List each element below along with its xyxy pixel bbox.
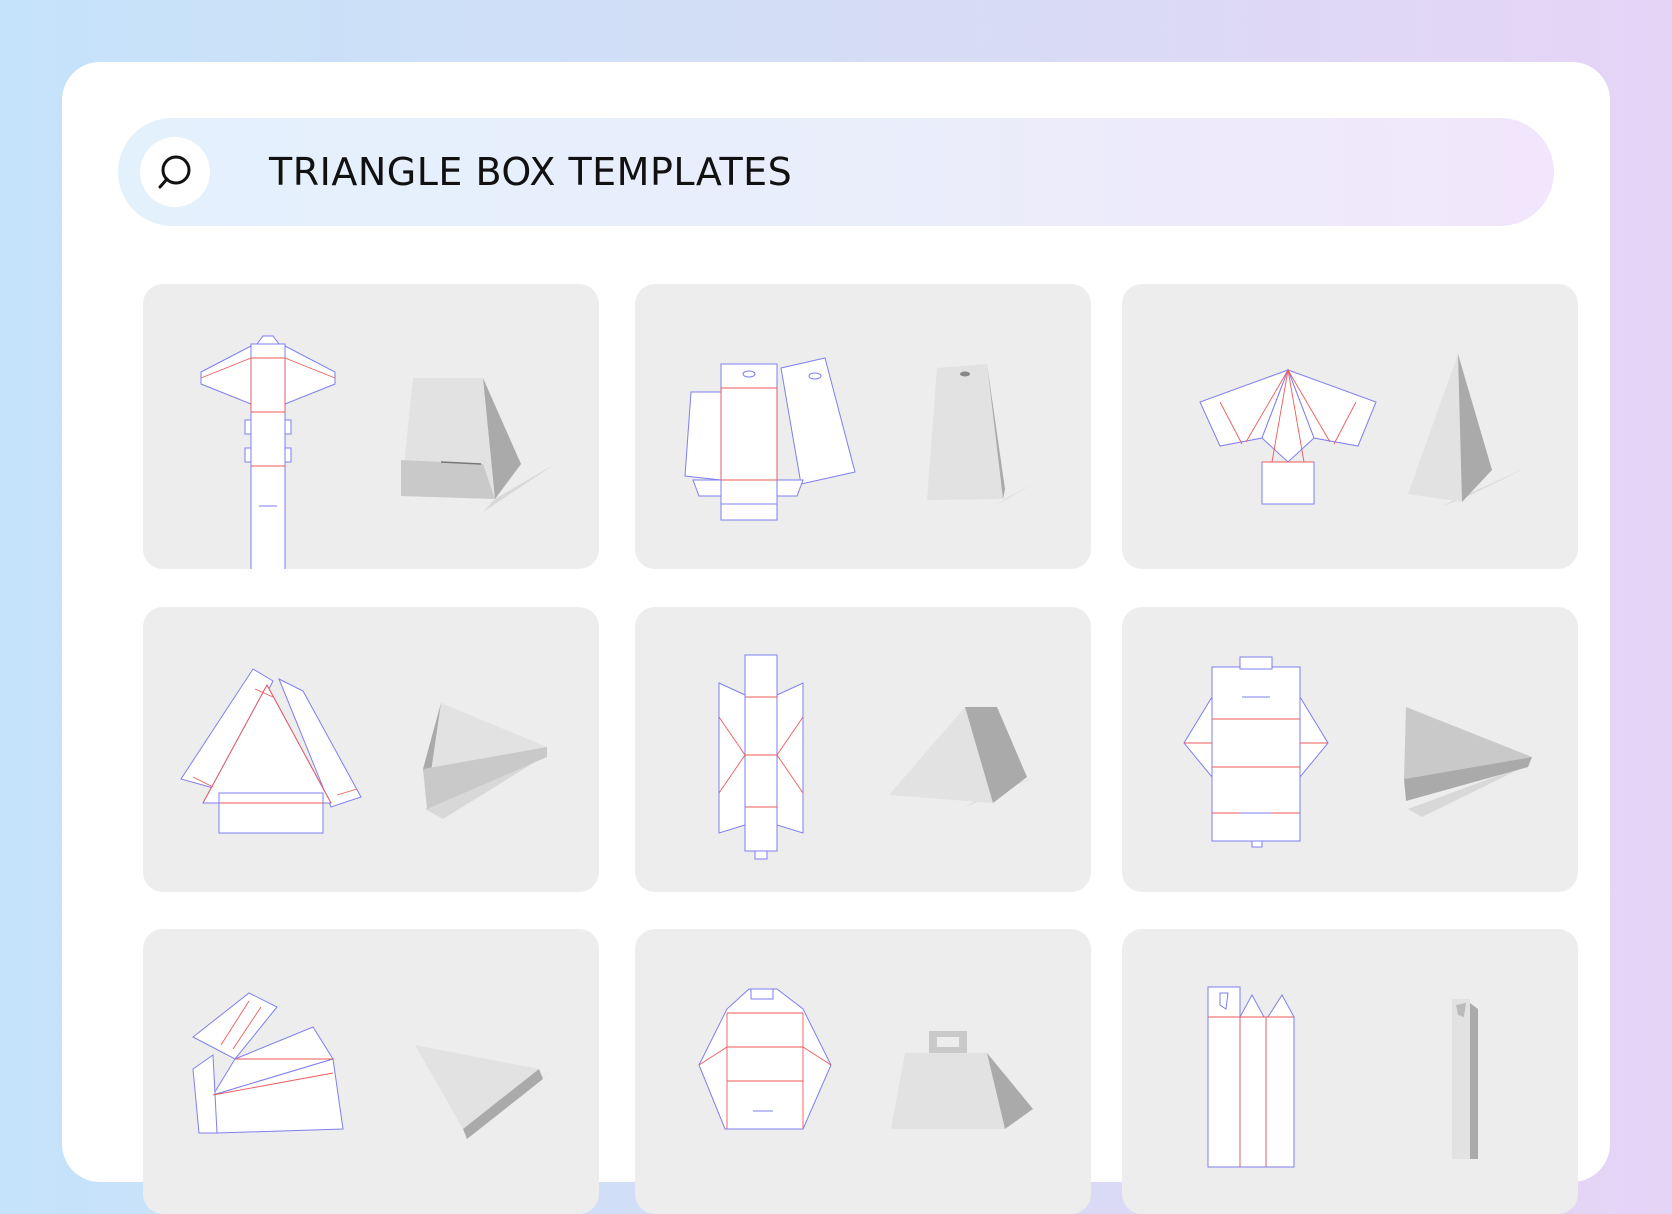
dieline-drawing xyxy=(1207,986,1295,1168)
box-3d-render xyxy=(1452,999,1478,1159)
template-preview xyxy=(698,988,1033,1130)
box-3d-render xyxy=(423,703,547,819)
template-card[interactable] xyxy=(1122,284,1578,569)
dieline-drawing xyxy=(698,988,832,1130)
dieline-drawing xyxy=(1183,656,1329,848)
box-3d-render xyxy=(1408,354,1530,506)
search-button[interactable] xyxy=(140,137,210,207)
search-query-title: TRIANGLE BOX TEMPLATES xyxy=(269,150,793,194)
dieline-drawing xyxy=(180,668,362,834)
dieline-drawing xyxy=(200,335,336,569)
box-3d-render xyxy=(891,1031,1033,1129)
template-card[interactable] xyxy=(635,284,1091,569)
template-preview xyxy=(684,357,1033,521)
template-preview xyxy=(200,335,555,569)
box-3d-render xyxy=(927,364,1033,506)
box-3d-render xyxy=(415,1045,553,1139)
template-preview xyxy=(180,668,547,834)
box-3d-render xyxy=(1404,707,1532,817)
template-preview xyxy=(192,992,553,1139)
box-3d-render xyxy=(401,378,555,512)
dieline-drawing xyxy=(718,654,804,860)
template-card[interactable] xyxy=(1122,929,1578,1214)
dieline-drawing xyxy=(1199,368,1377,505)
search-bar[interactable]: TRIANGLE BOX TEMPLATES xyxy=(118,118,1554,226)
dieline-drawing xyxy=(684,357,856,521)
template-card[interactable] xyxy=(143,929,599,1214)
template-preview xyxy=(1199,354,1530,506)
box-3d-render xyxy=(889,707,1035,807)
template-preview xyxy=(718,654,1035,860)
search-icon xyxy=(158,155,191,189)
template-card[interactable] xyxy=(1122,607,1578,892)
template-card[interactable] xyxy=(143,607,599,892)
template-card[interactable] xyxy=(635,607,1091,892)
template-card[interactable] xyxy=(143,284,599,569)
dieline-drawing xyxy=(192,992,344,1134)
template-preview xyxy=(1207,986,1478,1168)
template-card[interactable] xyxy=(635,929,1091,1214)
template-preview xyxy=(1183,656,1532,848)
